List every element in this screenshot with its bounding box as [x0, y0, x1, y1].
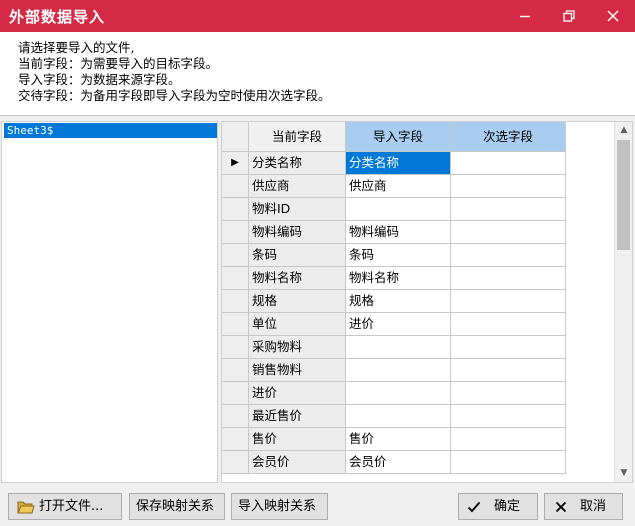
- instruction-line: 交待字段：为备用字段即导入字段为空时使用次选字段。: [18, 88, 331, 103]
- ok-button[interactable]: 确定: [458, 493, 538, 520]
- import-field-cell[interactable]: 分类名称: [346, 152, 451, 175]
- import-field-cell[interactable]: 进价: [346, 313, 451, 336]
- current-field-cell[interactable]: 条码: [249, 244, 346, 267]
- close-button[interactable]: [591, 0, 635, 32]
- cancel-button[interactable]: 取消: [544, 493, 623, 520]
- alternate-field-cell[interactable]: [451, 290, 566, 313]
- row-header[interactable]: [222, 313, 249, 336]
- sheet-list-item[interactable]: Sheet3$: [4, 123, 217, 138]
- instruction-panel: 请选择要导入的文件, 当前字段：为需要导入的目标字段。 导入字段：为数据来源字段…: [0, 32, 635, 116]
- restore-button[interactable]: [547, 0, 591, 32]
- row-header[interactable]: [222, 221, 249, 244]
- import-field-cell[interactable]: 物料编码: [346, 221, 451, 244]
- scroll-up-icon[interactable]: ▲: [615, 122, 632, 139]
- import-field-cell[interactable]: [346, 198, 451, 221]
- restore-icon: [563, 10, 575, 22]
- cancel-label: 取消: [580, 499, 607, 514]
- instruction-line: 请选择要导入的文件,: [18, 40, 135, 55]
- alternate-field-cell[interactable]: [451, 175, 566, 198]
- minimize-icon: [520, 15, 530, 18]
- alternate-field-cell[interactable]: [451, 221, 566, 244]
- save-mapping-label: 保存映射关系: [136, 499, 215, 514]
- window-title: 外部数据导入: [9, 8, 106, 26]
- alternate-field-cell[interactable]: [451, 359, 566, 382]
- import-field-cell[interactable]: 会员价: [346, 451, 451, 474]
- alternate-field-cell[interactable]: [451, 382, 566, 405]
- instruction-line: 导入字段：为数据来源字段。: [18, 72, 181, 87]
- import-field-cell[interactable]: [346, 336, 451, 359]
- import-field-cell[interactable]: [346, 382, 451, 405]
- row-header[interactable]: [222, 382, 249, 405]
- checkmark-icon: [467, 501, 481, 513]
- current-field-cell[interactable]: 进价: [249, 382, 346, 405]
- column-header-alternate-field[interactable]: 次选字段: [451, 122, 566, 152]
- row-header[interactable]: [222, 451, 249, 474]
- row-header[interactable]: [222, 359, 249, 382]
- sheet-list[interactable]: Sheet3$: [1, 121, 218, 483]
- row-header[interactable]: ▶: [222, 152, 249, 175]
- current-field-cell[interactable]: 采购物料: [249, 336, 346, 359]
- instruction-line: 当前字段：为需要导入的目标字段。: [18, 56, 219, 71]
- current-field-cell[interactable]: 物料编码: [249, 221, 346, 244]
- row-header[interactable]: [222, 267, 249, 290]
- import-field-cell[interactable]: 物料名称: [346, 267, 451, 290]
- current-field-cell[interactable]: 最近售价: [249, 405, 346, 428]
- current-field-cell[interactable]: 销售物料: [249, 359, 346, 382]
- alternate-field-cell[interactable]: [451, 405, 566, 428]
- folder-icon: [17, 501, 35, 514]
- import-field-cell[interactable]: 规格: [346, 290, 451, 313]
- current-field-cell[interactable]: 分类名称: [249, 152, 346, 175]
- import-mapping-button[interactable]: 导入映射关系: [231, 493, 328, 520]
- alternate-field-cell[interactable]: [451, 244, 566, 267]
- alternate-field-cell[interactable]: [451, 152, 566, 175]
- import-field-cell[interactable]: 售价: [346, 428, 451, 451]
- vertical-scrollbar[interactable]: ▲ ▼: [614, 122, 632, 482]
- current-field-cell[interactable]: 物料名称: [249, 267, 346, 290]
- import-mapping-label: 导入映射关系: [238, 499, 317, 514]
- current-field-cell[interactable]: 会员价: [249, 451, 346, 474]
- minimize-button[interactable]: [503, 0, 547, 32]
- cross-icon: [555, 501, 567, 513]
- open-file-button[interactable]: 打开文件...: [8, 493, 122, 520]
- current-field-cell[interactable]: 供应商: [249, 175, 346, 198]
- import-field-cell[interactable]: [346, 359, 451, 382]
- current-field-cell[interactable]: 售价: [249, 428, 346, 451]
- alternate-field-cell[interactable]: [451, 336, 566, 359]
- current-field-cell[interactable]: 物料ID: [249, 198, 346, 221]
- row-header[interactable]: [222, 336, 249, 359]
- current-field-cell[interactable]: 规格: [249, 290, 346, 313]
- field-mapping-grid[interactable]: 当前字段 导入字段 次选字段 ▶ 分类名称 分类名称 供应商 供应商 物料ID 物料编码 物料…: [221, 121, 633, 483]
- column-header-current-field[interactable]: 当前字段: [249, 122, 346, 152]
- import-field-cell[interactable]: [346, 405, 451, 428]
- import-field-cell[interactable]: 条码: [346, 244, 451, 267]
- alternate-field-cell[interactable]: [451, 198, 566, 221]
- scroll-down-icon[interactable]: ▼: [615, 465, 632, 482]
- alternate-field-cell[interactable]: [451, 313, 566, 336]
- scrollbar-thumb[interactable]: [617, 140, 630, 250]
- close-icon: [607, 10, 619, 22]
- ok-label: 确定: [494, 499, 521, 514]
- alternate-field-cell[interactable]: [451, 428, 566, 451]
- import-field-cell[interactable]: 供应商: [346, 175, 451, 198]
- row-header[interactable]: [222, 175, 249, 198]
- row-header[interactable]: [222, 428, 249, 451]
- save-mapping-button[interactable]: 保存映射关系: [129, 493, 225, 520]
- title-bar: 外部数据导入: [0, 0, 635, 32]
- alternate-field-cell[interactable]: [451, 267, 566, 290]
- row-header[interactable]: [222, 290, 249, 313]
- open-file-label: 打开文件...: [39, 499, 104, 514]
- current-field-cell[interactable]: 单位: [249, 313, 346, 336]
- row-header[interactable]: [222, 405, 249, 428]
- row-header-corner: [222, 122, 249, 152]
- alternate-field-cell[interactable]: [451, 451, 566, 474]
- row-header[interactable]: [222, 198, 249, 221]
- row-header[interactable]: [222, 244, 249, 267]
- column-header-import-field[interactable]: 导入字段: [346, 122, 451, 152]
